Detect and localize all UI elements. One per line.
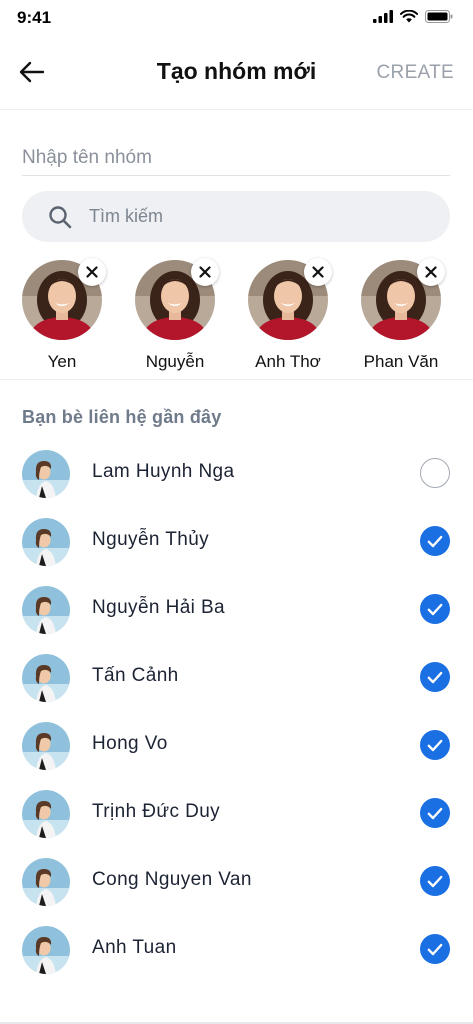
avatar — [22, 450, 70, 498]
contact-checkbox[interactable] — [420, 662, 450, 692]
remove-member-button[interactable] — [191, 258, 219, 286]
contact-row[interactable]: Hong Vo — [0, 710, 473, 778]
contact-name: Nguyễn Thủy — [92, 529, 210, 550]
contact-checkbox[interactable] — [420, 594, 450, 624]
group-name-input[interactable] — [22, 140, 450, 176]
contact-row[interactable]: Lam Huynh Nga — [0, 438, 473, 506]
contact-name: Lam Huynh Nga — [92, 461, 235, 482]
avatar — [22, 926, 70, 974]
search-box[interactable] — [22, 191, 450, 242]
contact-row[interactable]: Nguyễn Hải Ba — [0, 574, 473, 642]
selected-member-name: Yen — [47, 352, 77, 371]
contact-checkbox[interactable] — [420, 866, 450, 896]
avatar — [22, 586, 70, 634]
contact-checkbox[interactable] — [420, 798, 450, 828]
checkmark-icon — [427, 603, 443, 615]
contact-row[interactable]: Nguyễn Thủy — [0, 506, 473, 574]
remove-member-button[interactable] — [304, 258, 332, 286]
avatar — [22, 858, 70, 906]
contact-checkbox[interactable] — [420, 730, 450, 760]
checkmark-icon — [427, 807, 443, 819]
avatar — [22, 654, 70, 702]
contact-name: Cong Nguyen Van — [92, 869, 252, 890]
create-button[interactable]: CREATE — [377, 62, 454, 84]
wifi-icon — [400, 10, 418, 23]
contact-row[interactable]: Tấn Cảnh — [0, 642, 473, 710]
status-bar: 9:41 — [0, 0, 473, 36]
remove-member-button[interactable] — [417, 258, 445, 286]
contact-name: Tấn Cảnh — [92, 665, 179, 686]
selected-member-name: Phan Văn — [363, 352, 439, 371]
avatar — [22, 790, 70, 838]
selected-member-name: Nguyễn — [145, 352, 205, 371]
search-icon — [49, 206, 72, 229]
header: Tạo nhóm mới CREATE — [0, 36, 473, 110]
contact-name: Anh Tuan — [92, 937, 177, 958]
contact-name: Trịnh Đức Duy — [92, 801, 221, 822]
checkmark-icon — [427, 671, 443, 683]
contact-row[interactable]: Trịnh Đức Duy — [0, 778, 473, 846]
checkmark-icon — [427, 535, 443, 547]
contact-row[interactable]: Cong Nguyen Van — [0, 846, 473, 914]
section-title: Bạn bè liên hệ gần đây — [22, 407, 222, 427]
checkmark-icon — [427, 943, 443, 955]
close-icon — [199, 266, 211, 278]
contact-checkbox[interactable] — [420, 526, 450, 556]
avatar — [22, 722, 70, 770]
contact-checkbox[interactable] — [420, 458, 450, 488]
close-icon — [425, 266, 437, 278]
close-icon — [312, 266, 324, 278]
checkmark-icon — [427, 875, 443, 887]
avatar — [22, 518, 70, 566]
selected-members: Yen Nguyễn Anh Thơ Phan Văn — [0, 258, 473, 380]
battery-icon — [425, 10, 453, 23]
contact-row[interactable]: Anh Tuan — [0, 914, 473, 982]
status-time: 9:41 — [17, 8, 52, 27]
remove-member-button[interactable] — [78, 258, 106, 286]
signal-icon — [373, 10, 393, 23]
selected-member-name: Anh Thơ — [255, 352, 321, 371]
contact-name: Nguyễn Hải Ba — [92, 597, 225, 618]
close-icon — [86, 266, 98, 278]
status-icons — [373, 10, 453, 23]
search-input[interactable] — [89, 191, 429, 242]
contact-name: Hong Vo — [92, 733, 168, 754]
contact-checkbox[interactable] — [420, 934, 450, 964]
checkmark-icon — [427, 739, 443, 751]
